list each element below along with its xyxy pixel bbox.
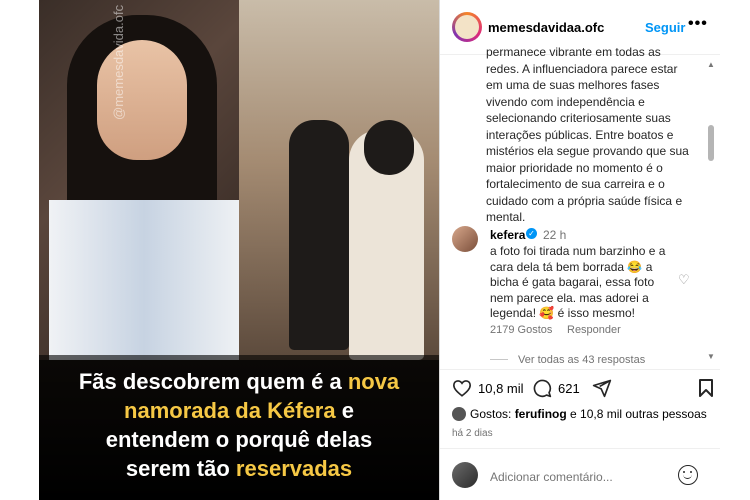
post-caption: permanece vibrante em todas as redes. A … [486,45,689,224]
post-panel: memesdavidaa.ofc Seguir ••• permanece vi… [439,0,720,500]
comment-likes[interactable]: 2179 Gostos [490,324,552,336]
like-icon[interactable] [452,379,472,397]
add-comment-input[interactable] [490,470,640,484]
divider [440,369,720,370]
view-replies-link[interactable]: Ver todas as 43 respostas [518,354,645,366]
comment-like-icon[interactable]: ♡ [678,272,690,288]
person-a [289,120,349,350]
likes-suffix[interactable]: e 10,8 mil outras pessoas [567,407,707,421]
watermark: @memesdavida.ofc [111,4,126,120]
profile-username[interactable]: memesdavidaa.ofc [488,20,604,35]
current-user-avatar [452,462,478,488]
shirt [49,200,239,360]
image-caption-line-3: entendem o porquê delas [105,427,373,452]
comment-avatar[interactable] [452,226,478,252]
liker-avatar[interactable] [452,407,466,421]
emoji-icon[interactable] [678,465,698,485]
follow-button[interactable]: Seguir [645,20,685,35]
liker-username[interactable]: ferufinog [515,407,567,421]
likes-count[interactable]: 10,8 mil [478,381,524,396]
divider [440,448,720,449]
image-caption-line-4: serem tão reservadas [125,456,353,481]
more-options-icon[interactable]: ••• [688,15,708,33]
head-b [364,120,414,175]
comment-username[interactable]: kefera [490,228,525,242]
comment-text: a foto foi tirada num barzinho e a cara … [490,244,666,320]
photo-left: @memesdavida.ofc [39,0,239,360]
view-replies-line [490,359,508,360]
image-caption-line-1: Fãs descobrem quem é a nova [78,369,400,394]
scroll-down-icon[interactable]: ▼ [707,352,715,361]
comment-time: 22 h [543,228,567,242]
comments-count[interactable]: 621 [558,381,580,396]
profile-avatar[interactable] [452,12,482,42]
share-icon[interactable] [592,378,612,398]
comment-icon[interactable] [532,378,552,398]
save-icon[interactable] [698,378,714,398]
avatar-image [455,15,479,39]
image-caption-line-2: namorada da Kéfera e [124,398,354,423]
verified-icon: ✓ [526,228,537,239]
image-caption-box: Fãs descobrem quem é a nova namorada da … [39,355,439,500]
action-bar: 10,8 mil 621 [452,378,714,400]
scroll-up-icon[interactable]: ▲ [707,60,715,69]
scrollbar-thumb[interactable] [708,125,714,161]
likes-summary: Gostos: ferufinog e 10,8 mil outras pess… [452,407,707,421]
likes-prefix: Gostos: [470,407,515,421]
post-date: há 2 dias [452,428,493,439]
photo-right [239,0,439,360]
post-image: @memesdavida.ofc Fãs descobrem quem é a … [39,0,439,500]
reply-button[interactable]: Responder [567,324,621,336]
